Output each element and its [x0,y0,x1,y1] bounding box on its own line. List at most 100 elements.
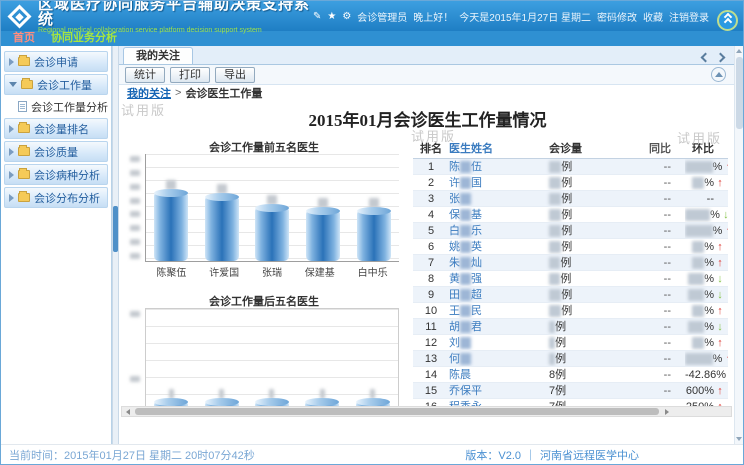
rank-cell: 2 [413,175,449,190]
mom-cell: 600%↑ [685,383,728,398]
collapse-toolbar-button[interactable] [711,67,726,82]
sidebar-leaf-2[interactable]: 会诊工作量分析 [15,97,108,116]
doctor-name-link[interactable]: 王丽民 [449,303,535,318]
doctor-name-link[interactable]: 田晓超 [449,287,535,302]
doctor-name-link[interactable]: 刘军 [449,335,535,350]
print-button[interactable]: 打印 [170,67,210,83]
app-header: 区域医疗协同服务平台辅助决策支持系统 Regional medical coll… [1,1,743,31]
mom-cell: 50%↑ [685,239,728,254]
bar: 14 [306,154,340,261]
rank-cell: 15 [413,383,449,398]
nav-tab-home[interactable]: 首页 [13,31,35,46]
rank-cell: 5 [413,223,449,238]
doctor-name-link[interactable]: 保建基 [449,207,535,222]
doctor-name-link[interactable]: 乔保平 [449,383,535,398]
logout-link[interactable]: 注销登录 [669,9,709,24]
trend-up-icon: ↑ [714,175,726,190]
scroll-down-icon[interactable] [735,434,744,444]
yoy-cell: -- [613,255,685,270]
breadcrumb-root-link[interactable]: 我的关注 [127,85,171,101]
current-time: 当前时间：2015年01月27日 星期二 20时07分42秒 [9,447,255,463]
rank-cell: 8 [413,271,449,286]
x-axis-labels: 陈聚伍许爱国张瑞保建基白中乐 [145,264,399,279]
sidebar-item-1[interactable]: 会诊工作量 [4,74,108,95]
org-link[interactable]: 河南省远程医学中心 [540,447,639,463]
stats-button[interactable]: 统计 [125,67,165,83]
folder-icon [21,80,33,89]
volume-cell: 9例 [535,351,613,366]
yoy-cell: -- [613,159,685,174]
horizontal-scrollbar[interactable] [121,406,732,417]
sidebar-item-0[interactable]: 会诊申请 [4,51,108,72]
favorites-link[interactable]: 收藏 [643,9,663,24]
rank-cell: 3 [413,191,449,206]
volume-cell: 19例 [535,159,613,174]
trend-up-icon: ↑ [714,239,726,254]
star-icon[interactable]: ★ [327,11,336,22]
rank-cell: 13 [413,351,449,366]
scroll-up-icon[interactable] [735,46,744,56]
y-axis-tick-label [130,376,140,382]
doctor-name-link[interactable]: 胡明君 [449,319,535,334]
main-row: 会诊申请会诊工作量会诊工作量分析会诊量排名会诊质量会诊病种分析会诊分布分析 我的… [1,46,743,444]
table-row: 2许爱国18例--80%↑ [413,175,728,191]
horizontal-scroll-thumb[interactable] [135,408,659,415]
table-row: 9田晓超10例---18%↓ [413,287,728,303]
sidebar-splitter[interactable] [112,46,119,444]
doctor-name-link[interactable]: 张瑞 [449,191,535,206]
scroll-left-icon[interactable] [122,407,133,416]
doctor-name-link[interactable]: 陈聚伍 [449,159,535,174]
doctor-name-link[interactable]: 白中乐 [449,223,535,238]
scroll-right-icon[interactable] [661,407,672,416]
sidebar-item-6[interactable]: 会诊分布分析 [4,187,108,208]
table-row: 7朱天灿11例--40%↑ [413,255,728,271]
toolbar: 统计打印导出 [119,65,734,85]
doctor-name-link[interactable]: 黄建强 [449,271,535,286]
col-mom: 环比 [685,139,728,158]
y-axis [130,311,140,406]
rank-cell: 4 [413,207,449,222]
yoy-cell: -- [613,399,685,406]
yoy-cell: -- [613,367,685,382]
doctor-name-link[interactable]: 何飞 [449,351,535,366]
doctor-name-link[interactable]: 陈晨 [449,367,535,382]
gear-icon[interactable]: ⚙ [342,11,351,22]
yoy-cell: -- [613,335,685,350]
triangle-up-icon [715,72,723,77]
volume-cell: 18例 [535,175,613,190]
date-info: 今天是2015年1月27日 星期二 [459,9,591,24]
breadcrumb-separator: > [175,87,181,99]
mom-cell: 20%↑ [685,335,728,350]
doctor-name-link[interactable]: 姚秀英 [449,239,535,254]
trend-down-icon: ↓ [726,367,728,382]
y-axis-tick-label [130,211,140,217]
sidebar-item-5[interactable]: 会诊病种分析 [4,164,108,185]
chart-bottom5-doctors: 会诊工作量后五名医生11111 [125,293,403,406]
change-password-link[interactable]: 密码修改 [597,9,637,24]
app-title: 区域医疗协同服务平台辅助决策支持系统 [38,0,313,27]
edit-icon[interactable]: ✎ [313,11,321,22]
sidebar-item-4[interactable]: 会诊质量 [4,141,108,162]
yoy-cell: -- [613,351,685,366]
doctor-name-link[interactable]: 许爱国 [449,175,535,190]
breadcrumb: 我的关注 > 会诊医生工作量 [119,85,734,100]
tab-scroll-left-icon[interactable] [701,53,711,63]
table-row: 15乔保平7例--600%↑ [413,383,728,399]
tab-scroll-right-icon[interactable] [716,53,726,63]
user-name: 会诊管理员 [357,9,407,24]
vertical-scrollbar[interactable] [734,46,743,444]
tab-my-focus[interactable]: 我的关注 [123,47,193,64]
doctor-name-link[interactable]: 程秀永 [449,399,535,406]
sidebar-item-3[interactable]: 会诊量排名 [4,118,108,139]
chart-plot: 11111 [145,308,399,406]
vertical-scroll-thumb[interactable] [736,57,743,129]
rank-cell: 6 [413,239,449,254]
doctor-name-link[interactable]: 朱天灿 [449,255,535,270]
yoy-cell: -- [613,319,685,334]
yoy-cell: -- [613,191,685,206]
export-button[interactable]: 导出 [215,67,255,83]
sidebar-collapse-handle[interactable] [113,206,118,252]
bar-cylinder [255,208,289,262]
rank-cell: 12 [413,335,449,350]
collapse-header-button[interactable] [717,10,738,31]
